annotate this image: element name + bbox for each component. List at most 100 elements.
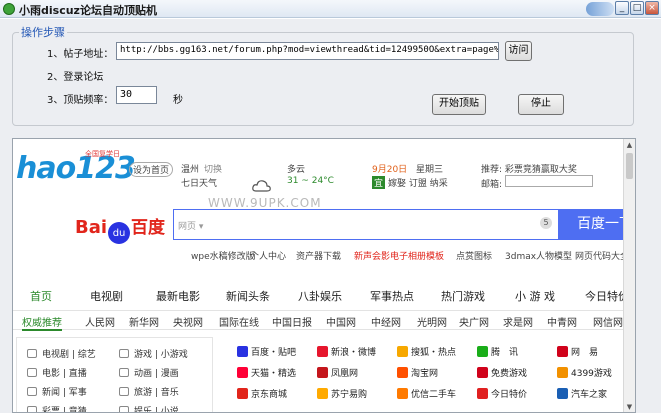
recommend-link[interactable]: 推荐: 彩票竞猜赢取大奖 [481,162,577,175]
stop-button[interactable]: 停止 [518,94,564,115]
site-logo-icon [557,346,568,357]
suggestion-link[interactable]: 个人中心 [250,249,286,262]
category-icon [119,387,129,396]
set-home-button[interactable]: 设为首页 [129,162,174,177]
site-link[interactable]: 央广网 [459,314,489,329]
nav-tab[interactable]: 电视剧 [90,288,123,304]
category-icon [119,368,129,377]
site-logo-icon [477,367,488,378]
visit-button[interactable]: 访问 [505,41,532,61]
search-input[interactable]: 网页 ▾ [173,209,559,240]
minimize-button[interactable]: _ [615,1,629,15]
weekday-text: 星期三 [416,165,444,175]
site-link[interactable]: 百度・贴吧 [237,345,296,358]
site-link[interactable]: 腾 讯 [477,345,518,358]
site-link[interactable]: 中青网 [547,314,577,329]
category-item[interactable]: 电视剧 | 综艺 [27,347,96,360]
site-label: 网 易 [571,348,599,358]
primary-nav: 首页 电视剧 最新电影 新闻头条 八卦娱乐 军事热点 热门游戏 小 游 戏 今日特价 [13,284,625,308]
site-link[interactable]: 新华网 [129,314,159,329]
nav-tab[interactable]: 新闻头条 [226,288,270,304]
recommended-sites-bar: 权威推荐 人民网 新华网 央视网 国际在线 中国日报 中国网 中经网 光明网 央广网 求是网 中青网 网… [13,310,625,331]
start-button[interactable]: 开始顶贴 [432,94,486,115]
site-link[interactable]: 光明网 [417,314,447,329]
site-link[interactable]: 中国网 [326,314,356,329]
steps-legend: 操作步骤 [21,26,65,39]
site-link[interactable]: 优信二手车 [397,387,456,400]
login-link[interactable]: 2、登录论坛 [47,68,103,83]
close-button[interactable]: × [645,1,659,15]
site-link[interactable]: 人民网 [85,314,115,329]
category-label: 动画 | 漫画 [134,369,179,379]
category-item[interactable]: 彩票 | 竞猜 [27,404,87,412]
scroll-up-icon[interactable]: ▲ [625,141,634,150]
search-button[interactable]: 百度一下 [559,209,625,240]
category-item[interactable]: 游戏 | 小游戏 [119,347,188,360]
browser-view[interactable]: hao123 全国复学日 设为首页 温州 切换 七日天气 多云 31 ~ 24°… [12,138,636,413]
category-item[interactable]: 旅游 | 音乐 [119,385,179,398]
suggestion-link[interactable]: 资产器下载 [296,249,341,262]
nav-tab[interactable]: 军事热点 [370,288,414,304]
mailbox-select[interactable] [505,175,593,187]
site-link[interactable]: 免费游戏 [477,366,527,379]
frequency-input[interactable]: 30 [116,86,157,104]
globe-icon [586,2,614,16]
site-link[interactable]: 中经网 [371,314,401,329]
site-label: 今日特价 [491,390,528,400]
site-link[interactable]: 搜狐・热点 [397,345,456,358]
category-item[interactable]: 动画 | 漫画 [119,366,179,379]
nav-tab[interactable]: 今日特价 [585,288,625,304]
category-item[interactable]: 娱乐 | 小说 [119,404,179,412]
category-icon [27,387,37,396]
site-link[interactable]: 今日特价 [477,387,527,400]
scroll-down-icon[interactable]: ▼ [625,403,634,412]
maximize-button[interactable]: □ [630,1,644,15]
site-logo-icon [557,388,568,399]
url-input[interactable]: http://bbs.gg163.net/forum.php?mod=viewt… [116,42,499,60]
nav-tab[interactable]: 首页 [30,288,52,304]
site-logo-icon [477,388,488,399]
site-logo-icon [397,346,408,357]
suggestion-link[interactable]: wpe水稿修改版 [191,249,255,262]
site-logo-icon [397,388,408,399]
site-link[interactable]: 汽车之家 [557,387,607,400]
site-link[interactable]: 中国日报 [272,314,312,329]
baidu-logo[interactable]: Bai du 百度 [75,213,165,244]
site-link[interactable]: 新浪・微博 [317,345,376,358]
site-link[interactable]: 凤凰网 [317,366,358,379]
site-label: 新浪・微博 [331,348,377,358]
seven-day-link[interactable]: 七日天气 [181,176,217,189]
switch-city-link[interactable]: 切换 [204,162,222,175]
web-page: hao123 全国复学日 设为首页 温州 切换 七日天气 多云 31 ~ 24°… [13,139,625,412]
suggestion-link[interactable]: 点赏图标 [456,249,492,262]
site-link[interactable]: 淘宝网 [397,366,438,379]
recommended-tab[interactable]: 权威推荐 [22,314,62,331]
site-link[interactable]: 京东商城 [237,387,287,400]
weather-text: 多云 [287,165,306,175]
category-item[interactable]: 新闻 | 军事 [27,385,87,398]
category-item[interactable]: 电影 | 直播 [27,366,87,379]
suggestion-link[interactable]: 3dmax人物模型 [505,249,572,262]
site-link[interactable]: 网信网 [593,314,623,329]
site-logo-icon [237,346,248,357]
site-link[interactable]: 国际在线 [219,314,259,329]
suggestion-link[interactable]: 新声会影电子相册模板 [354,249,444,262]
main-panel: 操作步骤 1、帖子地址： http://bbs.gg163.net/forum.… [0,19,661,413]
vertical-scrollbar[interactable]: ▲ ▼ [623,139,635,412]
category-icon [27,368,37,377]
nav-tab[interactable]: 最新电影 [156,288,200,304]
suggestion-link[interactable]: 网页代码大全 [575,249,625,262]
site-link[interactable]: 4399游戏 [557,366,612,379]
site-link[interactable]: 苏宁易购 [317,387,367,400]
site-link[interactable]: 网 易 [557,345,598,358]
url-label: 1、帖子地址： [47,49,114,60]
site-link[interactable]: 央视网 [173,314,203,329]
nav-tab[interactable]: 小 游 戏 [515,288,555,304]
temperature: 31 ~ 24°C [287,176,334,186]
search-type-select[interactable]: 网页 ▾ [178,219,203,232]
nav-tab[interactable]: 八卦娱乐 [298,288,342,304]
site-link[interactable]: 求是网 [503,314,533,329]
site-link[interactable]: 天猫・精选 [237,366,296,379]
scroll-thumb[interactable] [626,153,633,179]
nav-tab[interactable]: 热门游戏 [441,288,485,304]
